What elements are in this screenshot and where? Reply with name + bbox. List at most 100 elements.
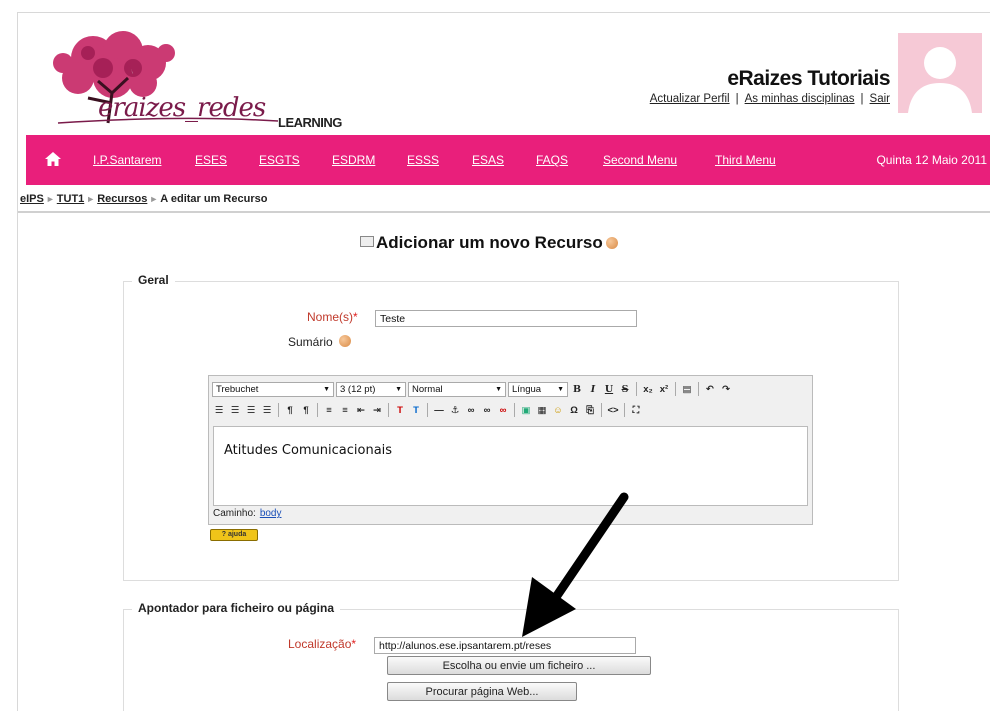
editor-path: Caminho: body <box>213 508 282 519</box>
nav-item-eses[interactable]: ESES <box>195 153 227 167</box>
anchor-icon[interactable]: ⚓ <box>448 403 462 417</box>
smiley-icon[interactable]: ☺ <box>551 403 565 417</box>
breadcrumb-arrow-icon: ► <box>45 194 55 204</box>
breadcrumb-item-eips[interactable]: eIPS <box>20 193 44 205</box>
my-courses-link[interactable]: As minhas disciplinas <box>745 93 855 105</box>
nav-item-esas[interactable]: ESAS <box>472 153 504 167</box>
general-legend: Geral <box>132 273 175 287</box>
horizontal-rule-icon[interactable]: — <box>432 403 446 417</box>
font-size-select[interactable]: 3 (12 pt) ▼ <box>336 381 406 397</box>
summary-label: Sumário <box>288 335 352 349</box>
breadcrumb-current: A editar um Recurso <box>160 193 268 205</box>
editor-toolbar-row-2: ☰ ☰ ☰ ☰ ¶ ¶ ≡ ≡ ⇤ ⇥ T T — ⚓ ∞ ∞ ∞ ▣ ▦ ☺ … <box>209 400 812 420</box>
annotation-arrow-icon <box>522 492 629 637</box>
subscript-icon[interactable]: x₂ <box>641 382 655 396</box>
user-silhouette-icon <box>908 47 972 113</box>
align-center-icon[interactable]: ☰ <box>228 403 242 417</box>
indent-icon[interactable]: ⇥ <box>370 403 384 417</box>
format-select[interactable]: Normal ▼ <box>408 381 506 397</box>
nav-item-second-menu[interactable]: Second Menu <box>603 153 677 167</box>
font-family-select[interactable]: Trebuchet ▼ <box>212 381 334 397</box>
italic-icon[interactable]: I <box>586 382 600 396</box>
nav-item-esgts[interactable]: ESGTS <box>259 153 300 167</box>
toolbar-divider <box>601 403 602 417</box>
ltr-icon[interactable]: ¶ <box>283 403 297 417</box>
home-icon[interactable] <box>44 151 62 167</box>
site-logo[interactable]: eraizes_redes LEARNING <box>38 23 348 133</box>
required-star-icon: * <box>351 637 357 651</box>
toolbar-divider <box>636 382 637 396</box>
nav-item-faqs[interactable]: FAQS <box>536 153 568 167</box>
html-source-icon[interactable]: <> <box>606 403 620 417</box>
breadcrumb-item-recursos[interactable]: Recursos <box>97 193 147 205</box>
name-field[interactable]: Teste <box>375 310 637 327</box>
toolbar-divider <box>427 403 428 417</box>
page-title: Adicionar um novo Recurso <box>360 233 618 253</box>
resource-icon <box>360 236 374 247</box>
clean-word-icon[interactable]: ▤ <box>680 382 694 396</box>
page-frame: eraizes_redes LEARNING eRaizes Tutoriais… <box>17 12 990 711</box>
site-title: eRaizes Tutoriais <box>727 67 890 90</box>
language-select[interactable]: Língua ▼ <box>508 381 568 397</box>
underline-icon[interactable]: U <box>602 382 616 396</box>
toolbar-divider <box>514 403 515 417</box>
main-nav: I.P.Santarem ESES ESGTS ESDRM ESSS ESAS … <box>26 135 990 185</box>
image-icon[interactable]: ▣ <box>519 403 533 417</box>
undo-icon[interactable]: ↶ <box>703 382 717 396</box>
superscript-icon[interactable]: x² <box>657 382 671 396</box>
choose-file-button[interactable]: Escolha ou envie um ficheiro ... <box>387 656 651 675</box>
strikethrough-icon[interactable]: S <box>618 382 632 396</box>
unordered-list-icon[interactable]: ≡ <box>338 403 352 417</box>
table-icon[interactable]: ▦ <box>535 403 549 417</box>
logo-text: eraizes_redes <box>98 93 266 123</box>
special-char-icon[interactable]: Ω <box>567 403 581 417</box>
redo-icon[interactable]: ↷ <box>719 382 733 396</box>
help-icon[interactable] <box>339 335 352 347</box>
editor-path-body-link[interactable]: body <box>260 508 282 519</box>
text-color-icon[interactable]: T <box>393 403 407 417</box>
pointer-legend: Apontador para ficheiro ou página <box>132 601 341 615</box>
page-title-text: Adicionar um novo Recurso <box>376 233 603 252</box>
current-date: Quinta 12 Maio 2011 <box>876 153 987 167</box>
bold-icon[interactable]: B <box>570 382 584 396</box>
breadcrumb-arrow-icon: ► <box>86 194 96 204</box>
search-web-page-button[interactable]: Procurar página Web... <box>387 682 577 701</box>
ordered-list-icon[interactable]: ≡ <box>322 403 336 417</box>
toolbar-divider <box>317 403 318 417</box>
location-label: Localização* <box>288 637 357 651</box>
nav-item-esss[interactable]: ESSS <box>407 153 439 167</box>
nav-item-third-menu[interactable]: Third Menu <box>715 153 776 167</box>
breadcrumb-item-tut1[interactable]: TUT1 <box>57 193 85 205</box>
nolink-icon[interactable]: ∞ <box>496 403 510 417</box>
bg-color-icon[interactable]: T <box>409 403 423 417</box>
outdent-icon[interactable]: ⇤ <box>354 403 368 417</box>
toolbar-divider <box>388 403 389 417</box>
toolbar-divider <box>624 403 625 417</box>
logout-link[interactable]: Sair <box>870 93 890 105</box>
align-justify-icon[interactable]: ☰ <box>260 403 274 417</box>
align-right-icon[interactable]: ☰ <box>244 403 258 417</box>
breadcrumb-arrow-icon: ► <box>149 194 159 204</box>
nav-item-ipsantarem[interactable]: I.P.Santarem <box>93 153 161 167</box>
help-icon[interactable] <box>605 237 618 249</box>
logo-subtext: LEARNING <box>278 115 342 130</box>
breadcrumb-divider <box>18 211 990 213</box>
avatar[interactable] <box>898 33 982 113</box>
html-editor: Trebuchet ▼ 3 (12 pt) ▼ Normal ▼ Língua ▼ B … <box>208 375 813 525</box>
name-label: Nome(s)* <box>307 310 358 324</box>
unlink-icon[interactable]: ∞ <box>480 403 494 417</box>
toolbar-divider <box>278 403 279 417</box>
editor-help-button[interactable]: ? ajuda <box>210 529 258 541</box>
update-profile-link[interactable]: Actualizar Perfil <box>650 93 730 105</box>
search-replace-icon[interactable]: ⎘ <box>583 403 597 417</box>
user-links: Actualizar Perfil | As minhas disciplinas |… <box>649 93 890 105</box>
link-icon[interactable]: ∞ <box>464 403 478 417</box>
breadcrumb: eIPS ► TUT1 ► Recursos ► A editar um Recurso <box>20 193 267 205</box>
editor-content[interactable]: Atitudes Comunicacionais <box>213 426 808 506</box>
rtl-icon[interactable]: ¶ <box>299 403 313 417</box>
fullscreen-icon[interactable]: ⛶ <box>629 403 643 417</box>
toolbar-divider <box>675 382 676 396</box>
align-left-icon[interactable]: ☰ <box>212 403 226 417</box>
editor-toolbar-row-1: Trebuchet ▼ 3 (12 pt) ▼ Normal ▼ Língua ▼ B … <box>209 379 812 399</box>
nav-item-esdrm[interactable]: ESDRM <box>332 153 375 167</box>
